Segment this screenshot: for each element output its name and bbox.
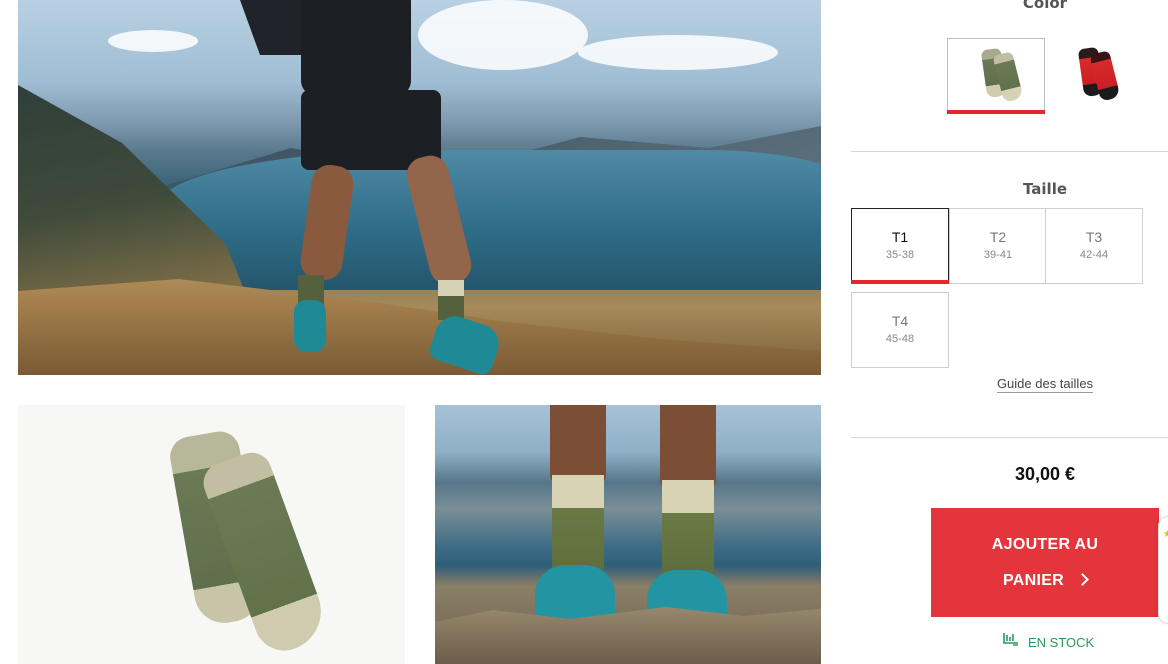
add-to-cart-label-line1: AJOUTER AU xyxy=(991,536,1099,553)
product-photo-runner[interactable] xyxy=(18,0,821,375)
size-range: 42-44 xyxy=(1079,249,1109,261)
stock-status: EN STOCK xyxy=(1028,635,1095,650)
sock xyxy=(662,480,714,575)
runner-sock xyxy=(438,280,464,320)
runner-shoe xyxy=(294,300,326,352)
size-guide-link[interactable]: Guide des tailles xyxy=(996,376,1094,393)
add-to-cart-button[interactable]: AJOUTER AU PANIER xyxy=(931,508,1159,617)
add-to-cart-label-line2-text: PANIER xyxy=(1002,572,1065,589)
leg xyxy=(660,405,716,490)
color-title: Color xyxy=(1022,0,1068,12)
size-option-t3[interactable]: T3 42-44 xyxy=(1045,208,1143,284)
price: 30,00 € xyxy=(1014,464,1076,484)
lake xyxy=(158,150,821,290)
product-photo-feet[interactable] xyxy=(435,405,821,664)
reviews-side-tab[interactable]: ★ xyxy=(1158,516,1168,624)
divider xyxy=(851,151,1168,152)
size-range: 39-41 xyxy=(983,249,1013,261)
product-options-panel: Color Taille T1 35-38 T2 39-41 T3 42-44 … xyxy=(851,0,1168,664)
sock xyxy=(552,475,604,570)
cloud xyxy=(108,30,198,52)
cloud xyxy=(578,35,778,70)
product-page: Color Taille T1 35-38 T2 39-41 T3 42-44 … xyxy=(0,0,1168,664)
size-guide-link-wrap: Guide des tailles xyxy=(851,376,1168,393)
size-option-t4[interactable]: T4 45-48 xyxy=(851,292,949,368)
size-option-t1[interactable]: T1 35-38 xyxy=(851,208,949,284)
product-photo-socks[interactable] xyxy=(18,405,405,664)
size-range: 45-48 xyxy=(885,333,915,345)
size-option-t2[interactable]: T2 39-41 xyxy=(949,208,1047,284)
size-title: Taille xyxy=(1022,180,1068,198)
size-range: 35-38 xyxy=(885,249,915,261)
divider xyxy=(851,437,1168,438)
add-to-cart-label-line2: PANIER xyxy=(931,572,1159,590)
color-swatch-green[interactable] xyxy=(947,38,1045,114)
rock xyxy=(435,607,821,664)
stock-icon xyxy=(1003,633,1018,646)
size-label: T1 xyxy=(891,229,909,245)
size-label: T2 xyxy=(989,229,1007,245)
color-swatch-red[interactable] xyxy=(1047,38,1145,114)
chevron-right-icon xyxy=(1076,573,1089,586)
leg xyxy=(550,405,606,485)
runner-torso xyxy=(301,0,411,95)
size-label: T3 xyxy=(1085,229,1103,245)
star-icon: ★ xyxy=(1163,529,1168,540)
cloud xyxy=(418,0,588,70)
size-label: T4 xyxy=(891,313,909,329)
